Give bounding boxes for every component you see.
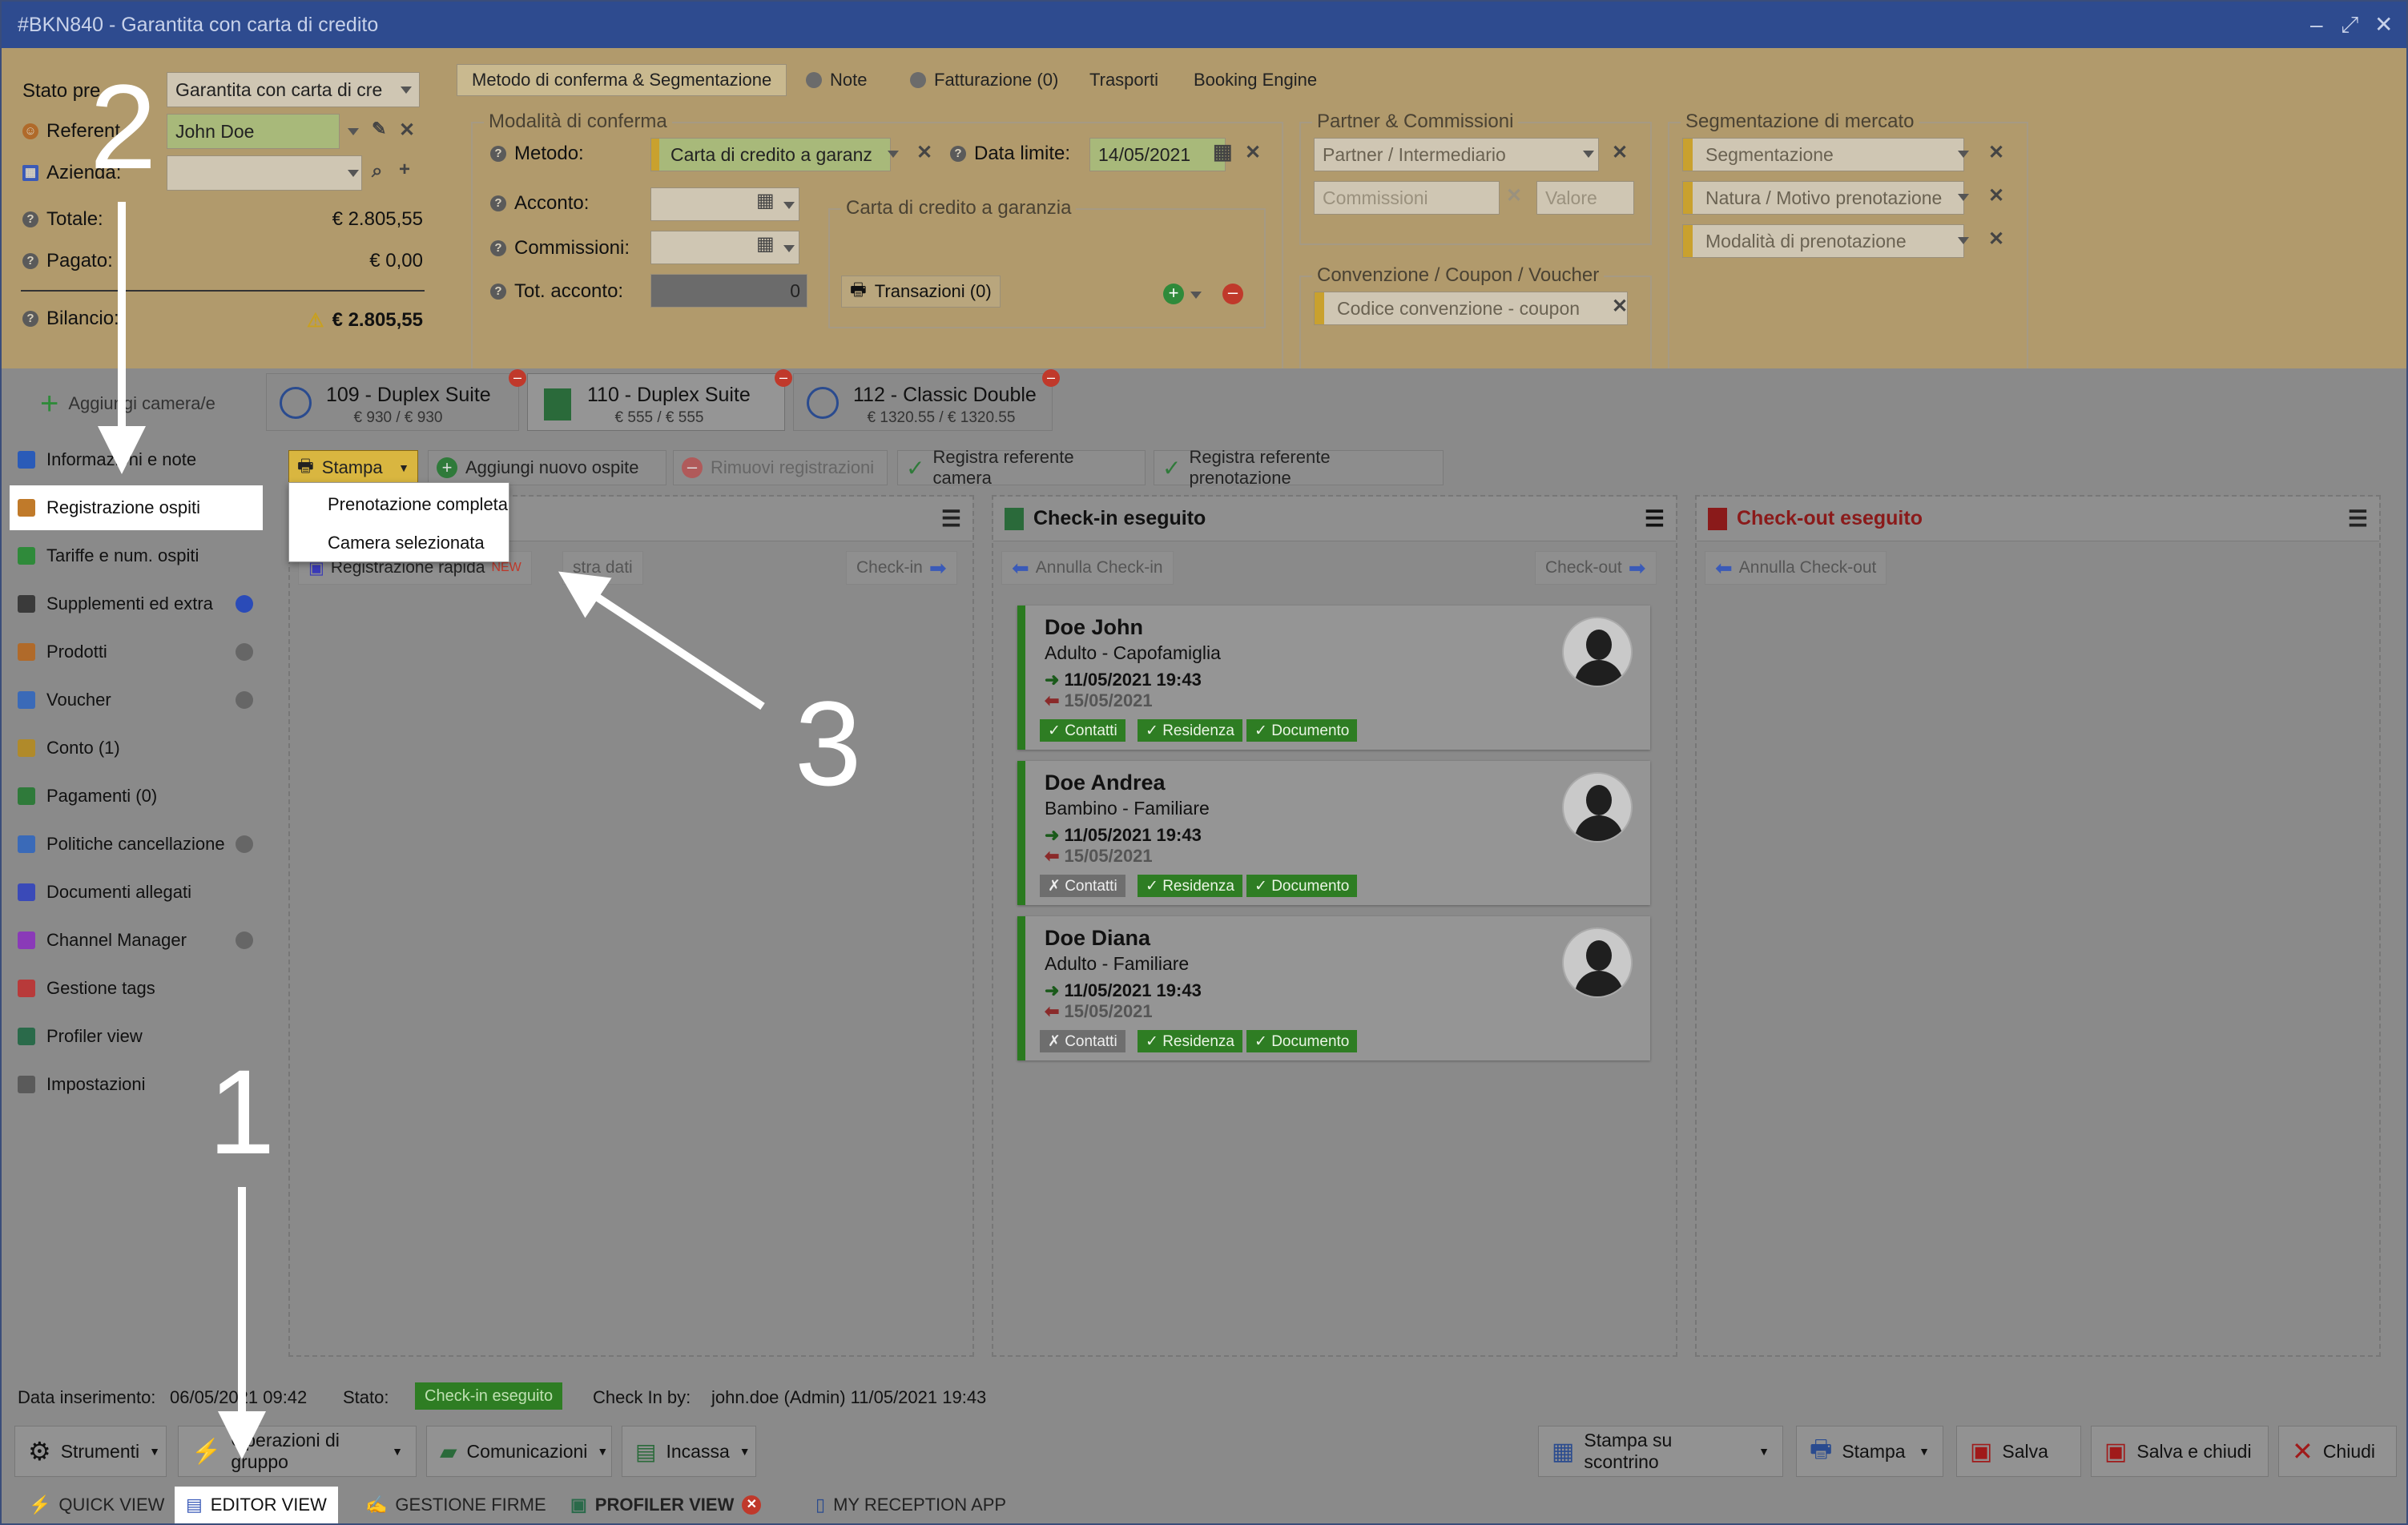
annotation-arrows <box>98 202 765 1459</box>
booking-window: #BKN840 - Garantita con carta di credito… <box>0 0 2408 1525</box>
arrow-to-stampa-menu <box>558 571 765 710</box>
